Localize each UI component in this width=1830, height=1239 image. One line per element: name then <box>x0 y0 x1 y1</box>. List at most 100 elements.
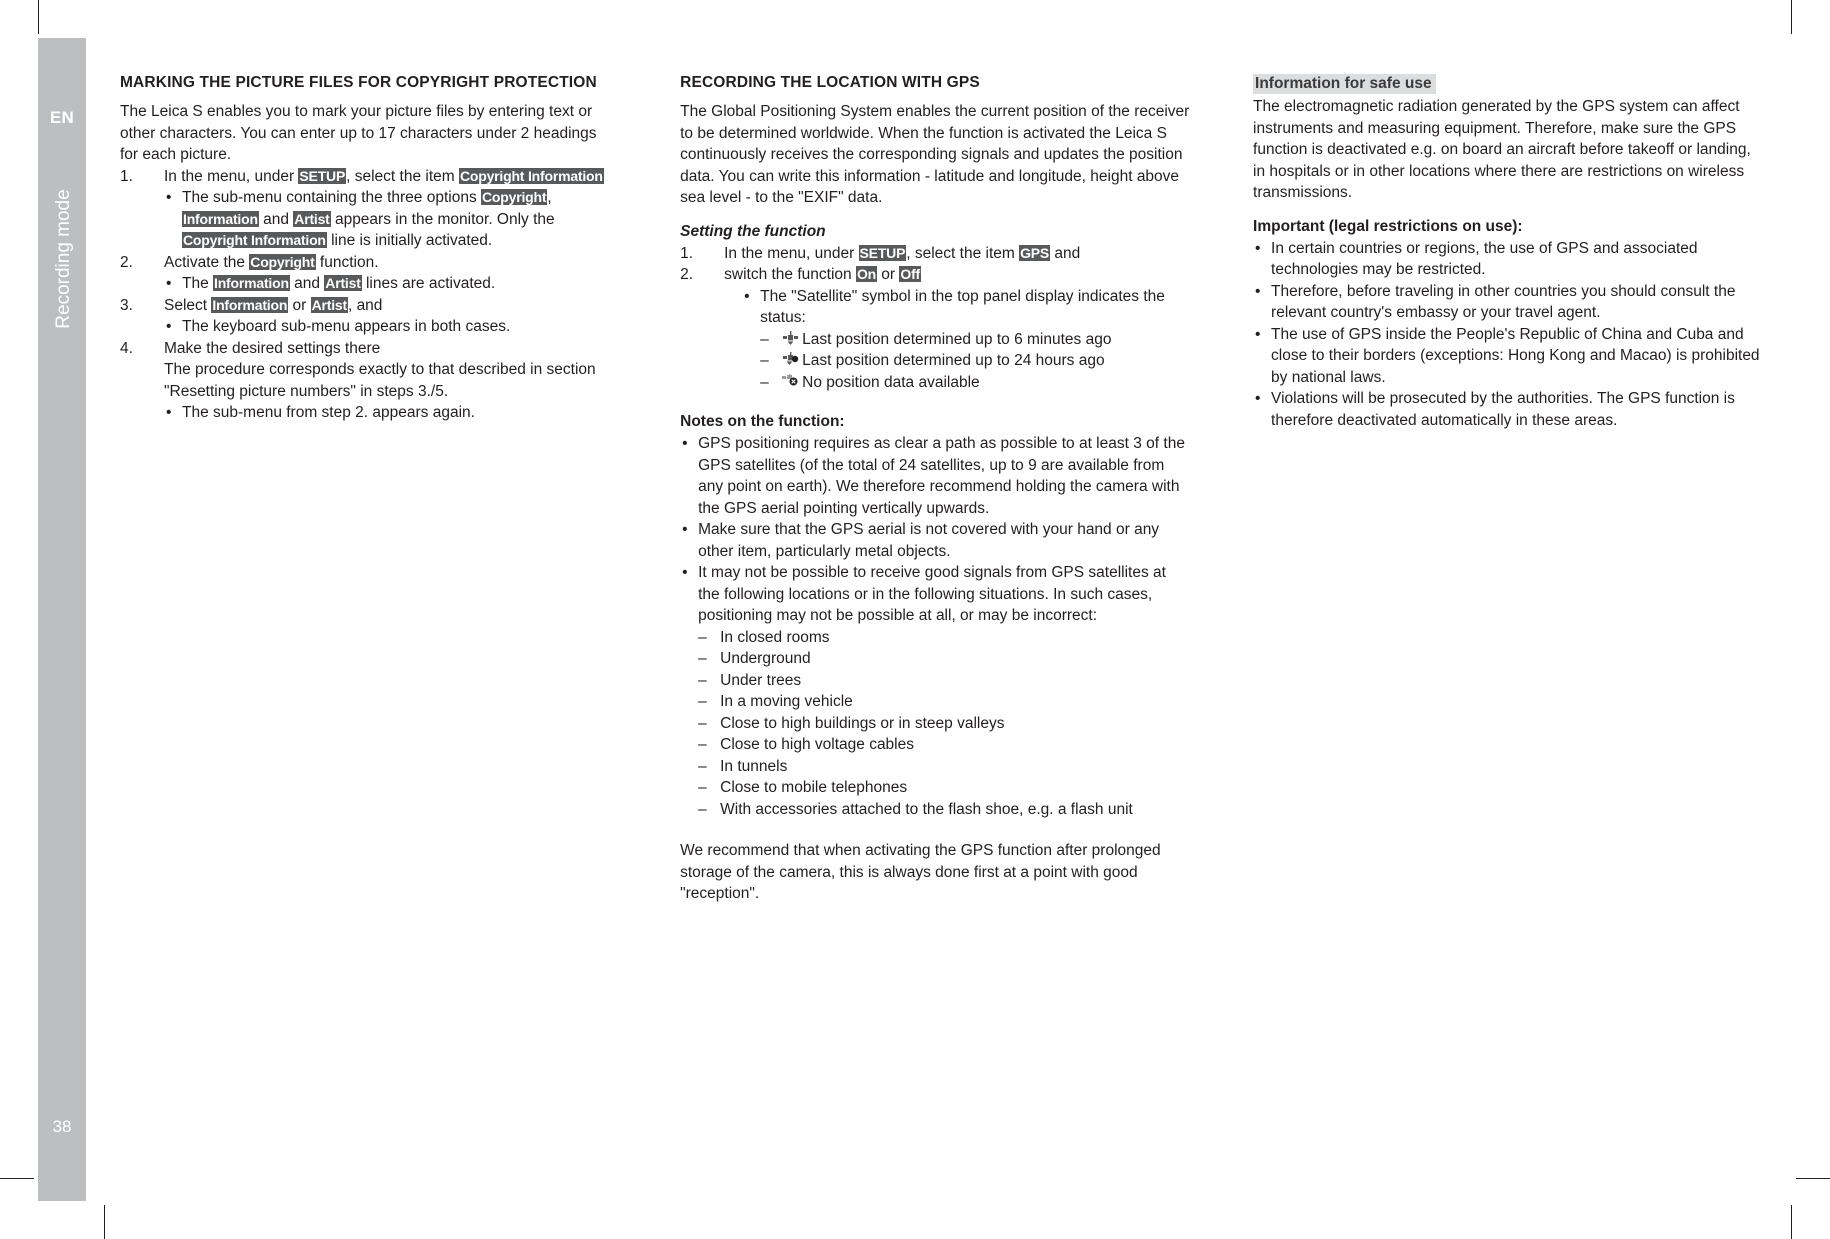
satellite-none-icon <box>782 373 799 389</box>
token-artist-3: Artist <box>310 296 348 313</box>
notes-list: GPS positioning requires as clear a path… <box>680 433 1191 627</box>
important-bullet: In certain countries or regions, the use… <box>1253 238 1760 281</box>
crop-mark-bottom-left <box>104 1205 105 1239</box>
gps-step-1-c: and <box>1050 244 1081 262</box>
token-information: Information <box>182 210 259 227</box>
step-3-text-b: or <box>288 296 311 314</box>
step-3-text-a: Select <box>164 296 212 314</box>
crop-mark-top-left <box>38 0 39 34</box>
left-intro-paragraph: The Leica S enables you to mark your pic… <box>120 103 597 163</box>
setting-function-title: Setting the function <box>680 222 826 240</box>
satellite-status-bullet: The "Satellite" symbol in the top panel … <box>742 286 1191 329</box>
note-bullet-1: GPS positioning requires as clear a path… <box>680 433 1191 519</box>
step-4-sub-list: The sub-menu from step 2. appears again. <box>164 402 618 424</box>
token-artist: Artist <box>293 210 331 227</box>
location-item: Underground <box>698 648 1191 670</box>
crop-mark-right-bottom <box>1796 1178 1830 1179</box>
middle-column: RECORDING THE LOCATION WITH GPS The Glob… <box>680 74 1191 905</box>
satellite-strong-icon <box>782 330 799 346</box>
page-sidebar: EN Recording mode 38 <box>38 38 86 1201</box>
satellite-state-2: Last position determined up to 24 hours … <box>760 350 1191 372</box>
gps-step-1-number: 1. <box>680 244 694 262</box>
spacer-notes <box>680 393 1191 413</box>
satellite-bullet-list: The "Satellite" symbol in the top panel … <box>742 286 1191 329</box>
note-bullet-2: Make sure that the GPS aerial is not cov… <box>680 519 1191 562</box>
left-column: MARKING THE PICTURE FILES FOR COPYRIGHT … <box>120 74 618 905</box>
satellite-state-2-label: Last position determined up to 24 hours … <box>802 352 1105 369</box>
step-1-sub-list: The sub-menu containing the three option… <box>164 187 618 252</box>
step-3-sub-bullet: The keyboard sub-menu appears in both ca… <box>164 316 618 338</box>
gps-intro-paragraph: The Global Positioning System enables th… <box>680 103 1190 206</box>
location-item: With accessories attached to the flash s… <box>698 799 1191 821</box>
gps-step-1-b: , select the item <box>906 244 1020 262</box>
token-gps: GPS <box>1019 244 1051 261</box>
locations-list: In closed rooms Underground Under trees … <box>698 627 1191 821</box>
token-setup-gps: SETUP <box>858 244 907 261</box>
step-1-sub-c: and <box>258 210 294 228</box>
notes-title: Notes on the function: <box>680 413 845 430</box>
step-4-number: 4. <box>120 339 133 357</box>
token-information-3: Information <box>211 296 289 313</box>
page-columns: MARKING THE PICTURE FILES FOR COPYRIGHT … <box>120 74 1760 905</box>
step-2-text-b: function. <box>315 253 379 271</box>
satellite-state-3: No position data available <box>760 372 1191 394</box>
crop-mark-right-edge <box>1791 1205 1792 1239</box>
right-column: Information for safe use The electromagn… <box>1253 74 1760 905</box>
left-section-title: MARKING THE PICTURE FILES FOR COPYRIGHT … <box>120 74 597 91</box>
gps-step-2: 2. switch the function On or Off <box>680 264 1191 286</box>
step-4-continuation: The procedure corresponds exactly to tha… <box>164 361 596 400</box>
step-1-sub-a: The sub-menu containing the three option… <box>182 189 481 206</box>
step-2-sub-c: lines are activated. <box>361 275 496 292</box>
step-2-number: 2. <box>120 253 133 271</box>
safe-use-paragraph: The electromagnetic radiation generated … <box>1253 98 1751 201</box>
step-1-sub-e: line is initially activated. <box>326 232 493 249</box>
page-number: 38 <box>52 1117 72 1136</box>
step-2-sub-bullet: The Information and Artist lines are act… <box>164 273 618 295</box>
step-1-number: 1. <box>120 167 133 185</box>
token-copyright-2: Copyright <box>249 253 316 270</box>
step-2-sub-b: and <box>289 275 325 292</box>
step-1-sub-bullet: The sub-menu containing the three option… <box>164 187 618 252</box>
step-1: 1. In the menu, under SETUP, select the … <box>120 166 618 188</box>
token-on: On <box>855 266 877 282</box>
copyright-steps-list: 1. In the menu, under SETUP, select the … <box>120 166 618 424</box>
step-1-sub-b: , <box>547 189 552 206</box>
step-4-sub-bullet: The sub-menu from step 2. appears again. <box>164 402 618 424</box>
step-4-text-a: Make the desired settings there <box>164 339 381 357</box>
step-1-sub-d: appears in the monitor. Only the <box>330 210 555 228</box>
token-copyright: Copyright <box>481 189 548 205</box>
token-off: Off <box>899 266 922 282</box>
important-bullet: The use of GPS inside the People's Repub… <box>1253 324 1760 389</box>
step-2-sub-a: The <box>182 275 214 292</box>
location-item: Under trees <box>698 670 1191 692</box>
step-3-text-c: , and <box>347 296 383 314</box>
important-bullets-list: In certain countries or regions, the use… <box>1253 238 1760 432</box>
satellite-state-1-label: Last position determined up to 6 minutes… <box>802 330 1112 348</box>
gps-steps-list: 1. In the menu, under SETUP, select the … <box>680 243 1191 286</box>
step-2-text-a: Activate the <box>164 253 250 271</box>
satellite-weak-icon <box>782 352 799 367</box>
gps-step-2-b: or <box>877 266 900 283</box>
satellite-state-3-label: No position data available <box>802 373 980 391</box>
note-bullet-3: It may not be possible to receive good s… <box>680 562 1191 627</box>
location-item: In a moving vehicle <box>698 691 1191 713</box>
crop-mark-left-bottom <box>0 1178 34 1179</box>
crop-mark-top-right <box>1791 0 1792 34</box>
chapter-label: Recording mode <box>53 189 74 329</box>
location-item: Close to high voltage cables <box>698 734 1191 756</box>
gps-step-1-a: In the menu, under <box>724 244 859 262</box>
gps-step-2-number: 2. <box>680 266 694 283</box>
step-1-text-a: In the menu, under <box>164 167 299 185</box>
step-3: 3. Select Information or Artist, and <box>120 295 618 317</box>
location-item: In tunnels <box>698 756 1191 778</box>
important-bullet: Therefore, before traveling in other cou… <box>1253 281 1760 324</box>
gps-closing-paragraph: We recommend that when activating the GP… <box>680 842 1161 902</box>
token-setup: SETUP <box>298 167 347 184</box>
token-copyright-information-2: Copyright Information <box>182 232 327 248</box>
step-2-sub-list: The Information and Artist lines are act… <box>164 273 618 295</box>
spacer-closing <box>680 820 1191 840</box>
language-label: EN <box>49 108 75 127</box>
token-artist-2: Artist <box>324 275 362 291</box>
location-item: Close to high buildings or in steep vall… <box>698 713 1191 735</box>
step-3-number: 3. <box>120 296 133 314</box>
